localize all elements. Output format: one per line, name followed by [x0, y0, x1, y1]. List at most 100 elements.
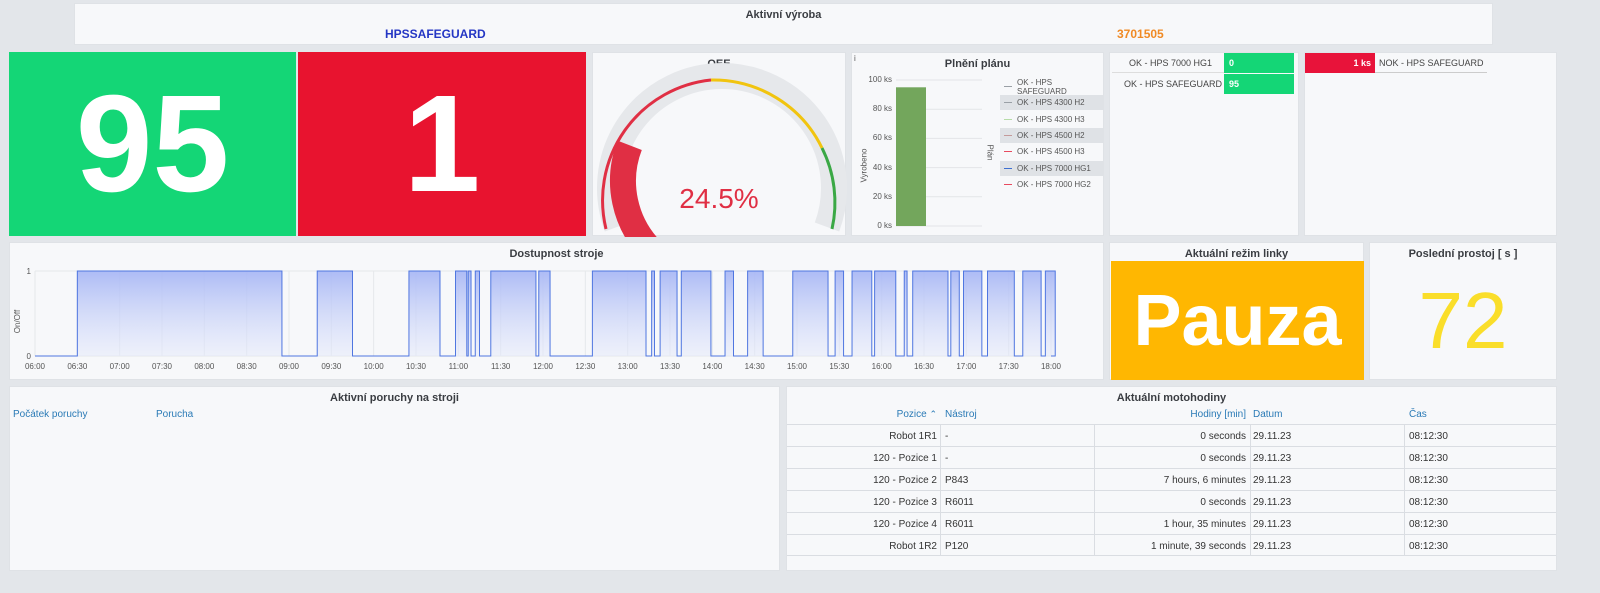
availability-x-tick: 15:30: [829, 362, 850, 371]
plan-bar: [896, 87, 926, 226]
availability-x-tick: 14:30: [745, 362, 766, 371]
plan-legend-item[interactable]: OK - HPS 7000 HG1: [1000, 160, 1104, 176]
machine-hours-panel: Aktuální motohodiny Pozice ⌃ Nástroj Hod…: [786, 386, 1557, 571]
legend-swatch: [1004, 118, 1012, 120]
machine-hours-title: Aktuální motohodiny: [1116, 392, 1227, 404]
availability-on-segment: [912, 271, 948, 356]
availability-x-tick: 15:00: [787, 362, 808, 371]
cell-hours: 1 minute, 39 seconds: [1150, 541, 1246, 552]
availability-x-tick: 12:00: [533, 362, 554, 371]
active-faults-title: Aktivní poruchy na stroji: [330, 392, 459, 404]
ok-row-2: OK - HPS SAFEGUARD 95: [1112, 74, 1294, 94]
hours-table-row: 120 - Pozice 3 R6011 0 seconds 29.11.23 08:1…: [787, 490, 1556, 512]
availability-x-tick: 10:00: [364, 362, 385, 371]
cell-date: 29.11.23: [1253, 497, 1292, 508]
cell-date: 29.11.23: [1253, 541, 1292, 552]
plan-legend-item[interactable]: OK - HPS 4300 H2: [1000, 95, 1104, 111]
ok-row-1: OK - HPS 7000 HG1 0: [1112, 53, 1294, 73]
plan-legend-item[interactable]: OK - HPS 7000 HG2: [1000, 177, 1104, 192]
availability-on-segment: [950, 271, 960, 356]
legend-label: OK - HPS SAFEGUARD: [1016, 77, 1067, 96]
cell-position: 120 - Pozice 3: [873, 497, 937, 508]
legend-swatch: [1004, 183, 1012, 185]
header-time[interactable]: Čas: [1409, 409, 1427, 420]
legend-swatch: [1004, 86, 1012, 87]
legend-label: OK - HPS 4500 H3: [1017, 147, 1085, 157]
availability-on-segment: [408, 271, 440, 356]
ok-row-1-label: OK - HPS 7000 HG1: [1129, 58, 1213, 68]
availability-x-tick: 13:30: [660, 362, 681, 371]
availability-x-tick: 16:30: [914, 362, 935, 371]
plan-legend-item[interactable]: OK - HPS 4300 H3: [1000, 112, 1104, 127]
fault-start-header[interactable]: Počátek poruchy: [13, 409, 88, 420]
column-separator: [1094, 424, 1095, 556]
line-mode-box: Pauza: [1111, 261, 1364, 380]
availability-x-tick: 17:30: [999, 362, 1020, 371]
cell-time: 08:12:30: [1409, 475, 1448, 486]
availability-on-segment: [874, 271, 896, 356]
availability-x-tick: 13:00: [618, 362, 639, 371]
active-production-title: Aktivní výroba: [745, 9, 822, 21]
availability-x-tick: 09:00: [279, 362, 300, 371]
nok-row-1-label: NOK - HPS SAFEGUARD: [1379, 58, 1484, 68]
legend-label: OK - HPS 4300 H3: [1017, 114, 1085, 124]
ok-table-panel: OK - HPS 7000 HG1 0 OK - HPS SAFEGUARD 9…: [1109, 52, 1299, 236]
cell-time: 08:12:30: [1409, 453, 1448, 464]
header-date[interactable]: Datum: [1253, 409, 1282, 420]
availability-x-tick: 07:00: [110, 362, 131, 371]
availability-x-tick: 16:00: [872, 362, 893, 371]
availability-x-tick: 12:30: [575, 362, 596, 371]
availability-x-tick: 09:30: [321, 362, 342, 371]
legend-label: OK - HPS 4500 H2: [1017, 130, 1085, 140]
availability-chart: 06:00 06:30 07:00 07:30 08:00 08:30 09:00 09:30…: [25, 267, 1062, 371]
availability-on-segment: [592, 271, 647, 356]
product-name: HPSSAFEGUARD: [385, 27, 486, 41]
header-hours[interactable]: Hodiny [min]: [1096, 409, 1246, 420]
cell-tool: P843: [945, 475, 969, 486]
oee-value: 24.5%: [679, 183, 759, 214]
cell-time: 08:12:30: [1409, 519, 1448, 530]
active-faults-panel: Aktivní poruchy na stroji Počátek poruch…: [9, 386, 780, 571]
header-position[interactable]: Pozice ⌃: [787, 409, 937, 420]
availability-x-tick: 06:30: [67, 362, 88, 371]
availability-x-tick: 14:00: [702, 362, 723, 371]
nok-row-1-value: 1 ks: [1305, 53, 1375, 73]
column-separator: [940, 424, 941, 556]
cell-time: 08:12:30: [1409, 541, 1448, 552]
availability-x-tick: 17:00: [956, 362, 977, 371]
availability-on-segment: [963, 271, 982, 356]
availability-x-tick: 08:00: [194, 362, 215, 371]
hours-table-row: 120 - Pozice 2 P843 7 hours, 6 minutes 29.1…: [787, 468, 1556, 490]
cell-tool: -: [945, 453, 949, 464]
column-separator: [1404, 424, 1405, 556]
plan-legend-item[interactable]: OK - HPS SAFEGUARD: [1000, 77, 1104, 96]
line-mode-value: Pauza: [1133, 280, 1342, 361]
availability-on-segment: [835, 271, 844, 356]
order-number: 3701505: [1117, 27, 1164, 41]
legend-swatch: [1004, 151, 1012, 153]
line-mode-title: Aktuální režim linky: [1184, 248, 1289, 260]
cell-hours: 0 seconds: [1200, 453, 1246, 464]
availability-on-segment: [475, 271, 480, 356]
plan-legend-item[interactable]: OK - HPS 4500 H2: [1000, 127, 1104, 143]
column-separator: [1250, 424, 1251, 556]
availability-on-segment: [852, 271, 872, 356]
header-tool[interactable]: Nástroj: [945, 409, 977, 420]
hours-table-body: Robot 1R1-0 seconds 29.11.23 08:12:30 120 -…: [787, 424, 1556, 558]
availability-on-segment: [317, 271, 353, 356]
availability-on-segment: [1045, 271, 1056, 356]
availability-on-segment: [987, 271, 1015, 356]
cell-date: 29.11.23: [1253, 431, 1292, 442]
availability-on-segment: [455, 271, 467, 356]
availability-x-tick: 11:30: [491, 362, 511, 371]
ok-row-2-label: OK - HPS SAFEGUARD: [1124, 79, 1223, 89]
cell-time: 08:12:30: [1409, 431, 1448, 442]
fault-header[interactable]: Porucha: [156, 409, 193, 420]
ok-row-2-value: 95: [1224, 74, 1294, 94]
header-position-label: Pozice: [896, 409, 927, 420]
plan-legend-item[interactable]: OK - HPS 4500 H3: [1000, 144, 1104, 159]
cell-position: Robot 1R2: [889, 541, 937, 552]
line-mode-panel: Aktuální režim linky Pauza: [1109, 242, 1364, 380]
availability-on-segment: [792, 271, 829, 356]
cell-date: 29.11.23: [1253, 519, 1292, 530]
